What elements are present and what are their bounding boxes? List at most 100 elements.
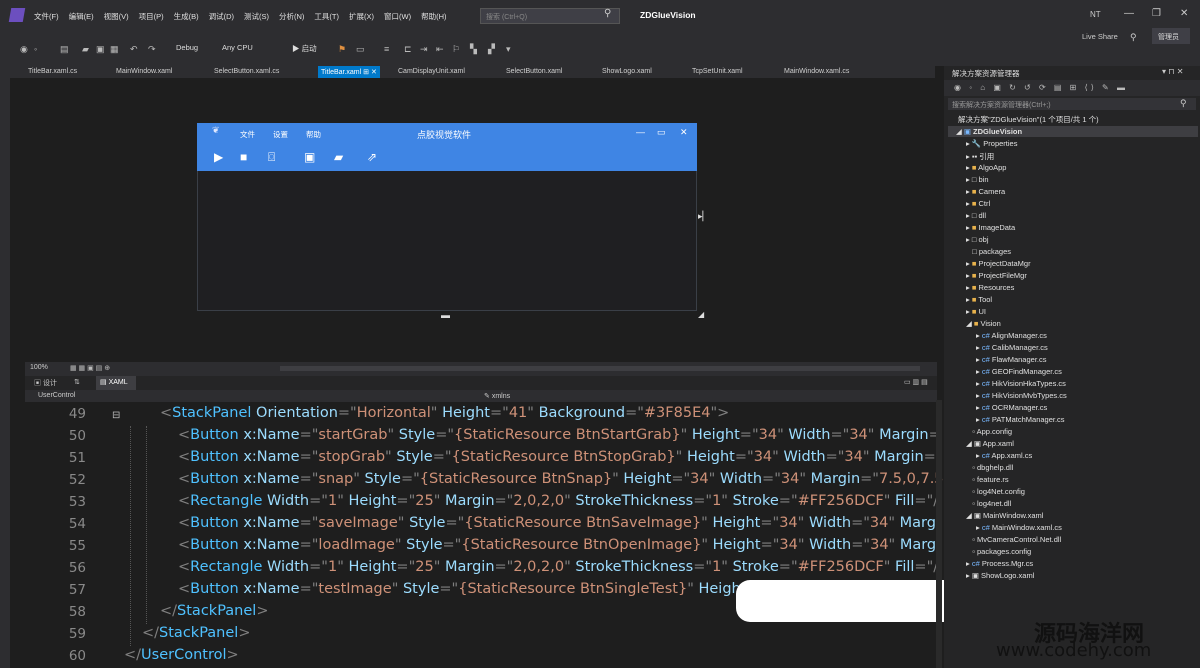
tree-item-file[interactable]: ▸ c# CalibManager.cs (976, 343, 1048, 352)
se-search-icon[interactable]: ⚲ (1180, 98, 1187, 109)
tree-item-folder[interactable]: □ packages (966, 247, 1011, 256)
app-maximize-icon[interactable]: ▭ (657, 127, 666, 138)
tree-item-folder[interactable]: ▸ ■ Camera (966, 187, 1005, 196)
tree-item-file[interactable]: ▸ c# App.xaml.cs (976, 451, 1032, 460)
toolbox-strip[interactable] (0, 66, 10, 668)
panel-options-icons[interactable]: ▾ ⊓ ✕ (1162, 67, 1183, 76)
code-line[interactable]: <Button x:Name="testImage" Style="{Stati… (178, 581, 746, 597)
tab-design-view[interactable]: ▣ 设计 (34, 378, 57, 388)
save-all-icon[interactable]: ▦ (110, 44, 119, 55)
menu-analyze[interactable]: 分析(N) (279, 11, 304, 22)
align-icon[interactable]: ⊏ (404, 44, 412, 55)
menu-debug[interactable]: 调试(D) (209, 11, 234, 22)
tab-selectbutton-xaml[interactable]: SelectButton.xaml (506, 66, 562, 78)
snap-camera-icon[interactable]: ⌼ (268, 150, 275, 165)
pin-icon[interactable]: ⊞ (363, 69, 369, 76)
resize-handle-right[interactable]: ▸▏ (698, 211, 709, 222)
solution-search-input[interactable]: 搜索解决方案资源管理器(Ctrl+;) (948, 98, 1196, 110)
tab-titlebar-xaml-cs[interactable]: TitleBar.xaml.cs (28, 66, 77, 78)
code-line[interactable]: <StackPanel Orientation="Horizontal" Hei… (160, 405, 729, 421)
code-line[interactable]: </StackPanel> (160, 603, 268, 619)
open-image-icon[interactable]: ▰ (334, 150, 343, 164)
code-line[interactable]: <Button x:Name="stopGrab" Style="{Static… (178, 449, 936, 465)
tree-item-folder[interactable]: ▸ □ bin (966, 175, 989, 184)
menu-edit[interactable]: 编辑(E) (69, 11, 94, 22)
tree-item-folder[interactable]: ▸ ■ UI (966, 307, 986, 316)
configuration-select[interactable]: Debug (176, 43, 198, 52)
back-icon[interactable]: ◉ (20, 44, 28, 55)
close-tab-icon[interactable]: ✕ (371, 69, 377, 76)
minimize-icon[interactable]: — (1124, 8, 1134, 19)
tree-item-folder[interactable]: ▸ ■ Resources (966, 283, 1014, 292)
tree-item-folder[interactable]: ▸ ■ Tool (966, 295, 992, 304)
tree-item-file[interactable]: ▸ c# MainWindow.xaml.cs (976, 523, 1062, 532)
tree-item-folder[interactable]: ▸ ■ AlgoApp (966, 163, 1006, 172)
tab-camdisplayunit-xaml[interactable]: CamDisplayUnit.xaml (398, 66, 465, 78)
app-menu-help[interactable]: 帮助 (306, 129, 321, 140)
undo-icon[interactable]: ↶ (130, 44, 138, 55)
code-line[interactable]: <Button x:Name="startGrab" Style="{Stati… (178, 427, 941, 443)
swap-panes-icon[interactable]: ⇅ (74, 378, 80, 386)
toolbar-overflow-icon[interactable]: ▾ (506, 44, 511, 55)
designer-horizontal-scrollbar[interactable] (280, 366, 920, 371)
element-breadcrumb[interactable]: UserControl (38, 392, 75, 399)
tree-item-file[interactable]: ▸ c# Process.Mgr.cs (966, 559, 1033, 568)
code-line[interactable]: <Button x:Name="loadImage" Style="{Stati… (178, 537, 936, 553)
tree-item-project[interactable]: ◢ ▣ ZDGlueVision (956, 127, 1022, 136)
save-image-icon[interactable]: ▣ (304, 150, 315, 164)
app-minimize-icon[interactable]: — (636, 127, 645, 137)
single-test-icon[interactable]: ⇗ (367, 150, 377, 164)
forward-icon[interactable]: ◦ (34, 44, 37, 54)
save-icon[interactable]: ▣ (96, 44, 105, 55)
app-close-icon[interactable]: ✕ (680, 127, 688, 138)
resize-handle-bottom[interactable]: ▬ (441, 310, 450, 320)
tree-item-file[interactable]: ▸ c# HikVisionMvbTypes.cs (976, 391, 1067, 400)
tree-item-file[interactable]: ▫ feature.rs (966, 475, 1008, 484)
tree-item-file[interactable]: ▸ c# OCRManager.cs (976, 403, 1047, 412)
tab-tcpsetunit-xaml[interactable]: TcpSetUnit.xaml (692, 66, 743, 78)
tab-selectbutton-xaml-cs[interactable]: SelectButton.xaml.cs (214, 66, 279, 78)
redo-icon[interactable]: ↷ (148, 44, 156, 55)
code-line[interactable]: <Button x:Name="saveImage" Style="{Stati… (178, 515, 940, 531)
platform-select[interactable]: Any CPU (222, 43, 253, 52)
pane-layout-icons[interactable]: ▭ ▥ ▤ (904, 378, 928, 386)
tab-titlebar-xaml[interactable]: TitleBar.xaml ⊞ ✕ (318, 66, 380, 78)
indent-icon[interactable]: ⇥ (420, 44, 428, 55)
new-project-icon[interactable]: ▤ (60, 44, 69, 55)
tab-mainwindow-xaml[interactable]: MainWindow.xaml (116, 66, 172, 78)
bookmark-icon[interactable]: ⚐ (452, 44, 460, 55)
tree-item-folder[interactable]: ▸ ■ ProjectDataMgr (966, 259, 1031, 268)
resize-handle-corner[interactable]: ◢ (698, 310, 704, 319)
start-button[interactable]: ▶ 启动 (292, 43, 317, 54)
editor-vertical-scrollbar[interactable] (936, 400, 942, 668)
tree-item-file[interactable]: ◢ ▣ MainWindow.xaml (966, 511, 1043, 520)
close-icon[interactable]: ✕ (1180, 8, 1188, 19)
search-input[interactable]: 搜索 (Ctrl+Q) (480, 8, 620, 24)
tree-item-file[interactable]: ▸ c# FlawManager.cs (976, 355, 1046, 364)
menu-test[interactable]: 测试(S) (244, 11, 269, 22)
feedback-icon[interactable]: ⚲ (1130, 32, 1137, 43)
maximize-icon[interactable]: ❐ (1152, 8, 1161, 19)
stop-grab-icon[interactable]: ■ (240, 150, 247, 164)
search-icon[interactable]: ⚲ (604, 8, 611, 19)
app-menu-file[interactable]: 文件 (240, 129, 255, 140)
attribute-breadcrumb[interactable]: ✎ xmlns (484, 392, 510, 400)
screenshot-icon[interactable]: ▭ (356, 44, 365, 55)
comment-icon[interactable]: ▚ (470, 44, 477, 55)
tree-item[interactable]: ▸ 🔧 Properties (966, 139, 1017, 148)
code-line[interactable]: <Button x:Name="snap" Style="{StaticReso… (178, 471, 944, 487)
start-grab-icon[interactable]: ▶ (214, 150, 223, 164)
hot-reload-icon[interactable]: ⚑ (338, 44, 346, 55)
menu-tools[interactable]: 工具(T) (314, 11, 339, 22)
tree-item-file[interactable]: ▫ log4Net.config (966, 487, 1025, 496)
tab-mainwindow-xaml-cs[interactable]: MainWindow.xaml.cs (784, 66, 849, 78)
menu-help[interactable]: 帮助(H) (421, 11, 446, 22)
tree-item[interactable]: ▸ ▪▪ 引用 (966, 151, 994, 162)
format-icon[interactable]: ≡ (384, 44, 389, 54)
outdent-icon[interactable]: ⇤ (436, 44, 444, 55)
grid-toggle-icon[interactable]: ▦ ▦ ▣ ▤ ⊕ (70, 364, 110, 372)
tree-item-folder[interactable]: ▸ □ dll (966, 211, 986, 220)
tree-item-folder[interactable]: ◢ ■ Vision (966, 319, 1001, 328)
tree-item-file[interactable]: ▸ c# HikVisionHkaTypes.cs (976, 379, 1066, 388)
code-line[interactable]: </StackPanel> (142, 625, 250, 641)
